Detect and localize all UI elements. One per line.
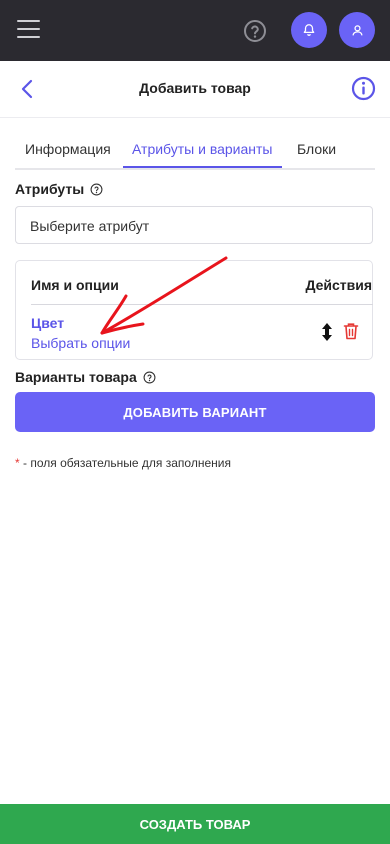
profile-button[interactable] <box>339 12 375 48</box>
create-product-button[interactable]: СОЗДАТЬ ТОВАР <box>0 804 390 844</box>
variants-label: Варианты товара <box>15 369 156 385</box>
tab-information[interactable]: Информация <box>25 135 111 166</box>
attributes-label-text: Атрибуты <box>15 181 85 197</box>
required-note-text: - поля обязательные для заполнения <box>19 456 231 470</box>
tab-attributes-variants[interactable]: Атрибуты и варианты <box>123 135 282 168</box>
notifications-button[interactable] <box>291 12 327 48</box>
drag-handle-icon[interactable] <box>320 322 334 342</box>
question-circle-icon[interactable] <box>243 19 267 43</box>
tab-bar: Информация Атрибуты и варианты Блоки <box>15 135 375 170</box>
hamburger-icon[interactable] <box>17 20 40 39</box>
page-title: Добавить товар <box>139 80 251 96</box>
choose-options-link[interactable]: Выбрать опции <box>31 335 130 351</box>
user-icon <box>352 24 362 35</box>
question-circle-icon[interactable] <box>90 183 103 196</box>
top-app-bar <box>0 0 390 61</box>
variants-label-text: Варианты товара <box>15 369 137 385</box>
bell-icon <box>303 24 315 36</box>
required-fields-note: * - поля обязательные для заполнения <box>15 456 231 470</box>
attributes-table: Имя и опции Действия Цвет Выбрать опции <box>15 260 373 360</box>
info-icon[interactable] <box>351 76 376 101</box>
attributes-label: Атрибуты <box>15 181 103 197</box>
header-divider <box>31 304 373 305</box>
column-header-actions: Действия <box>305 277 372 293</box>
question-circle-icon[interactable] <box>143 371 156 384</box>
tab-blocks[interactable]: Блоки <box>297 135 336 166</box>
attribute-select[interactable]: Выберите атрибут <box>15 206 373 244</box>
add-variant-button[interactable]: ДОБАВИТЬ ВАРИАНТ <box>15 392 375 432</box>
attribute-name-link[interactable]: Цвет <box>31 315 64 331</box>
page-header: Добавить товар <box>0 61 390 118</box>
column-header-name: Имя и опции <box>31 277 119 293</box>
trash-icon[interactable] <box>343 322 359 340</box>
